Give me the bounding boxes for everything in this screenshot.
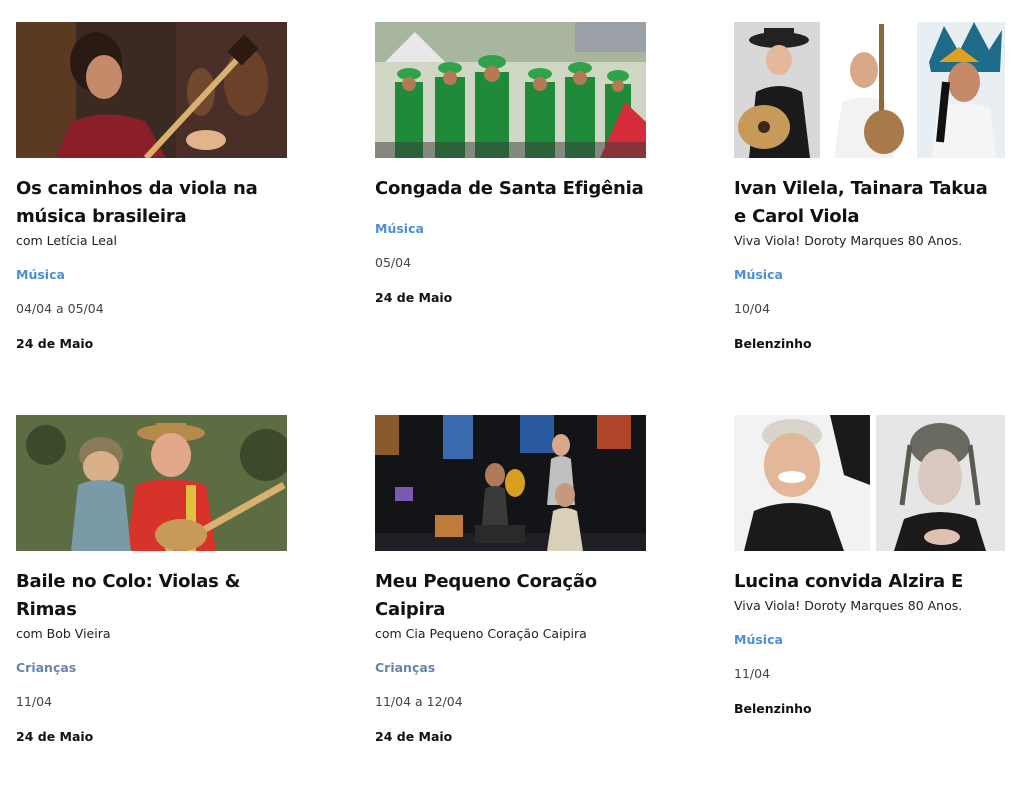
three-musicians-illustration bbox=[734, 22, 1005, 158]
event-dates: 11/04 bbox=[16, 694, 53, 709]
event-card[interactable]: Lucina convida Alzira E Viva Viola! Doro… bbox=[734, 415, 1005, 786]
event-dates: 04/04 a 05/04 bbox=[16, 301, 104, 316]
event-dates: 05/04 bbox=[375, 255, 412, 270]
event-place: 24 de Maio bbox=[375, 729, 453, 744]
event-image[interactable] bbox=[734, 22, 1005, 158]
event-image[interactable] bbox=[375, 415, 646, 551]
event-category-link[interactable]: Música bbox=[375, 220, 424, 238]
two-singers-illustration bbox=[734, 415, 1005, 551]
event-place: Belenzinho bbox=[734, 336, 812, 351]
event-card[interactable]: Os caminhos da viola na música brasileir… bbox=[16, 22, 287, 393]
event-subtitle: com Bob Vieira bbox=[16, 626, 111, 641]
event-image[interactable] bbox=[16, 22, 287, 158]
man-with-puppet-illustration bbox=[16, 415, 287, 551]
event-dates: 10/04 bbox=[734, 301, 771, 316]
event-category-link[interactable]: Música bbox=[734, 631, 783, 649]
event-dates: 11/04 a 12/04 bbox=[375, 694, 463, 709]
event-place: Belenzinho bbox=[734, 701, 812, 716]
event-subtitle: com Letícia Leal bbox=[16, 233, 118, 248]
woman-with-viola-illustration bbox=[16, 22, 287, 158]
event-subtitle: Viva Viola! Doroty Marques 80 Anos. bbox=[734, 598, 963, 613]
event-title[interactable]: Os caminhos da viola na música brasileir… bbox=[16, 175, 287, 231]
event-card[interactable]: Congada de Santa Efigênia Música 05/04 2… bbox=[375, 22, 646, 393]
event-subtitle: com Cia Pequeno Coração Caipira bbox=[375, 626, 587, 641]
event-title[interactable]: Lucina convida Alzira E bbox=[734, 568, 1005, 596]
event-image[interactable] bbox=[16, 415, 287, 551]
event-title[interactable]: Baile no Colo: Violas & Rimas bbox=[16, 568, 287, 624]
event-title[interactable]: Ivan Vilela, Tainara Takua e Carol Viola bbox=[734, 175, 1005, 231]
congada-parade-illustration bbox=[375, 22, 646, 158]
event-card[interactable]: Ivan Vilela, Tainara Takua e Carol Viola… bbox=[734, 22, 1005, 393]
stage-performance-illustration bbox=[375, 415, 646, 551]
event-title[interactable]: Congada de Santa Efigênia bbox=[375, 175, 646, 203]
event-dates: 11/04 bbox=[734, 666, 771, 681]
event-category-link[interactable]: Música bbox=[16, 266, 65, 284]
event-place: 24 de Maio bbox=[16, 336, 94, 351]
event-card[interactable]: Baile no Colo: Violas & Rimas com Bob Vi… bbox=[16, 415, 287, 786]
event-card[interactable]: Meu Pequeno Coração Caipira com Cia Pequ… bbox=[375, 415, 646, 786]
event-place: 24 de Maio bbox=[375, 290, 453, 305]
event-place: 24 de Maio bbox=[16, 729, 94, 744]
event-image[interactable] bbox=[375, 22, 646, 158]
event-title[interactable]: Meu Pequeno Coração Caipira bbox=[375, 568, 646, 624]
event-image[interactable] bbox=[734, 415, 1005, 551]
event-subtitle: Viva Viola! Doroty Marques 80 Anos. bbox=[734, 233, 963, 248]
event-category-link[interactable]: Crianças bbox=[16, 659, 76, 677]
event-category-link[interactable]: Música bbox=[734, 266, 783, 284]
events-grid: Os caminhos da viola na música brasileir… bbox=[16, 22, 1006, 786]
event-category-link[interactable]: Crianças bbox=[375, 659, 435, 677]
